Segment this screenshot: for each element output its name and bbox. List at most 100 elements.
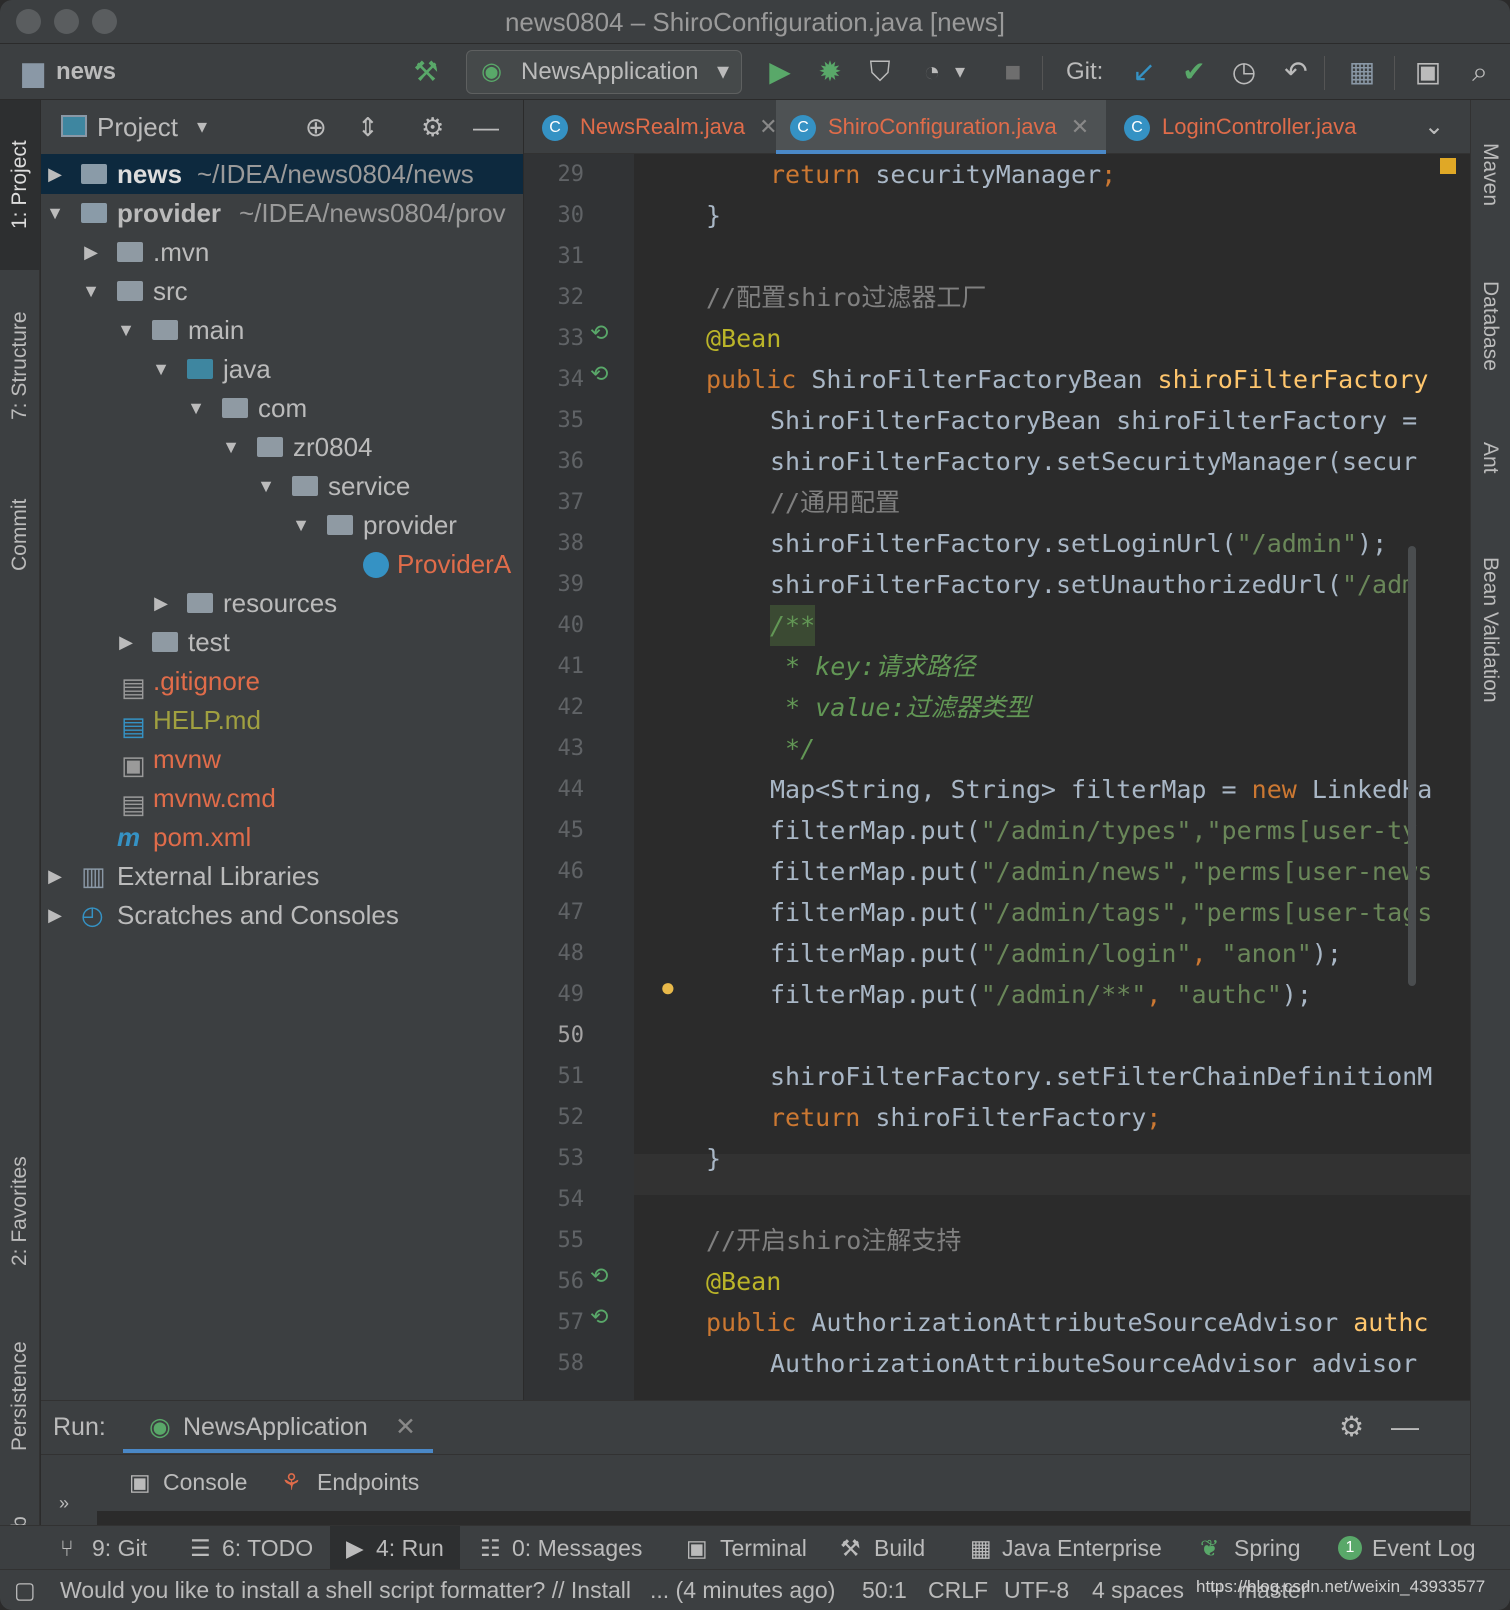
stop-icon[interactable]: ■ <box>996 52 1030 92</box>
debug-bug-icon[interactable]: ✹ <box>810 52 850 92</box>
caret-position[interactable]: 50:1 <box>862 1570 907 1610</box>
tree-item-news[interactable]: ▶ news ~/IDEA/news0804/news <box>41 154 523 194</box>
chevron-down-icon[interactable]: ▼ <box>81 271 101 311</box>
close-icon[interactable]: ✕ <box>395 1401 416 1453</box>
tree-item-providera[interactable]: ProviderA <box>41 544 523 584</box>
history-clock-icon[interactable]: ◷ <box>1224 52 1264 92</box>
tool-tab-todo[interactable]: 6: TODO <box>222 1526 313 1570</box>
locate-target-icon[interactable]: ⊕ <box>305 100 327 154</box>
rollback-icon[interactable]: ↶ <box>1276 52 1316 92</box>
code-area[interactable]: return securityManager; } //配置shiro过滤器工厂… <box>634 154 1470 1400</box>
tree-item-src[interactable]: ▼ src <box>41 271 523 311</box>
tool-tab-git[interactable]: 9: Git <box>92 1526 147 1570</box>
chevron-right-icon[interactable]: ▶ <box>151 583 171 623</box>
chevron-down-icon[interactable]: ▼ <box>151 349 171 389</box>
tool-tab-bean-validation[interactable]: Bean Validation <box>1470 530 1510 730</box>
tree-item-resources[interactable]: ▶ resources <box>41 583 523 623</box>
zoom-window-button[interactable] <box>92 9 117 34</box>
hide-panel-icon[interactable]: — <box>473 100 499 154</box>
tree-item-zr0804[interactable]: ▼ zr0804 <box>41 427 523 467</box>
git-commit-check-icon[interactable]: ✔ <box>1174 52 1214 92</box>
file-encoding[interactable]: UTF-8 <box>1004 1570 1069 1610</box>
close-window-button[interactable] <box>16 9 41 34</box>
terminal-window-icon[interactable]: ▣ <box>1408 52 1448 92</box>
tool-tab-messages[interactable]: 0: Messages <box>512 1526 642 1570</box>
tree-item-provider-package[interactable]: ▼ provider <box>41 505 523 545</box>
run-icon[interactable]: ▶ <box>760 52 800 92</box>
close-icon[interactable]: ✕ <box>759 114 777 139</box>
status-message[interactable]: Would you like to install a shell script… <box>60 1570 631 1610</box>
tool-tab-project[interactable]: 1: Project <box>0 100 40 270</box>
tab-newsrealm[interactable]: C NewsRealm.java ✕ <box>542 100 778 154</box>
chevron-down-icon[interactable]: ▼ <box>186 388 206 428</box>
tree-item-gitignore[interactable]: ▤ .gitignore <box>41 661 523 701</box>
git-update-icon[interactable]: ↙ <box>1124 52 1164 92</box>
tool-tab-build[interactable]: Build <box>874 1526 925 1570</box>
tool-tab-run-active[interactable]: ▶ 4: Run <box>330 1526 460 1570</box>
tab-logincontroller[interactable]: C LoginController.java <box>1124 100 1356 154</box>
tree-item-mvn[interactable]: ▶ .mvn <box>41 232 523 272</box>
tool-tab-commit[interactable]: Commit <box>0 470 40 600</box>
tree-item-mvnw[interactable]: ▣ mvnw <box>41 739 523 779</box>
chevron-right-icon[interactable]: ▶ <box>45 895 65 935</box>
project-structure-icon[interactable]: ▦ <box>1342 52 1382 92</box>
toggle-tool-windows-icon[interactable]: ▢ <box>14 1570 36 1610</box>
tool-tab-database[interactable]: Database <box>1470 256 1510 396</box>
profile-dropdown-icon[interactable]: ▾ <box>948 52 972 92</box>
run-configuration-select[interactable]: ◉ NewsApplication ▾ <box>466 50 742 94</box>
tree-item-com[interactable]: ▼ com <box>41 388 523 428</box>
chevron-down-icon[interactable]: ▼ <box>45 193 65 233</box>
tree-item-help-md[interactable]: ▤ HELP.md <box>41 700 523 740</box>
tree-item-provider-module[interactable]: ▼ provider ~/IDEA/news0804/prov <box>41 193 523 233</box>
console-output-area[interactable] <box>97 1511 1470 1526</box>
hide-panel-icon[interactable]: — <box>1391 1401 1419 1453</box>
tree-item-main[interactable]: ▼ main <box>41 310 523 350</box>
project-name[interactable]: news <box>56 44 116 100</box>
tree-item-scratches[interactable]: ▶ ◴ Scratches and Consoles <box>41 895 523 935</box>
tool-tab-event-log[interactable]: Event Log <box>1372 1526 1476 1570</box>
project-view-select[interactable]: Project <box>97 100 178 154</box>
close-icon[interactable]: ✕ <box>1071 114 1089 139</box>
chevron-right-icon[interactable]: ▶ <box>45 856 65 896</box>
chevron-down-icon[interactable]: ⌄ <box>1424 100 1444 154</box>
tool-tab-persistence[interactable]: Persistence <box>0 1326 40 1466</box>
tree-item-service[interactable]: ▼ service <box>41 466 523 506</box>
profile-icon[interactable]: ◔ <box>912 52 952 92</box>
indent-setting[interactable]: 4 spaces <box>1092 1570 1184 1610</box>
tab-shiroconfiguration[interactable]: C ShiroConfiguration.java ✕ <box>776 100 1106 154</box>
coverage-shield-icon[interactable]: ⛉ <box>860 52 900 92</box>
search-icon[interactable]: ⌕ <box>1460 52 1500 92</box>
tool-tab-terminal[interactable]: Terminal <box>720 1526 807 1570</box>
spring-bean-gutter-icon[interactable]: ⟲ <box>590 1263 608 1289</box>
chevron-right-icon[interactable]: ▶ <box>81 232 101 272</box>
tool-tab-ant[interactable]: Ant <box>1470 418 1510 498</box>
minimize-window-button[interactable] <box>54 9 79 34</box>
chevron-double-right-icon[interactable]: » <box>59 1493 69 1514</box>
vertical-scrollbar[interactable] <box>1408 546 1416 986</box>
chevron-right-icon[interactable]: ▶ <box>116 622 136 662</box>
tree-item-mvnw-cmd[interactable]: ▤ mvnw.cmd <box>41 778 523 818</box>
chevron-down-icon[interactable]: ▼ <box>116 310 136 350</box>
collapse-all-icon[interactable]: ⇕ <box>357 100 379 154</box>
tree-item-test[interactable]: ▶ test <box>41 622 523 662</box>
tool-tab-maven[interactable]: Maven <box>1470 120 1510 230</box>
build-hammer-icon[interactable]: ⚒ <box>406 52 446 92</box>
chevron-down-icon[interactable]: ▼ <box>291 505 311 545</box>
gear-icon[interactable]: ⚙ <box>1339 1401 1364 1453</box>
chevron-right-icon[interactable]: ▶ <box>45 154 65 194</box>
tool-tab-favorites[interactable]: 2: Favorites <box>0 1136 40 1286</box>
tool-tab-java-enterprise[interactable]: Java Enterprise <box>1002 1526 1162 1570</box>
spring-bean-gutter-icon[interactable]: ⟲ <box>590 1304 608 1330</box>
tool-tab-spring[interactable]: Spring <box>1234 1526 1300 1570</box>
analysis-warning-marker[interactable] <box>1440 158 1456 174</box>
tree-item-pom-xml[interactable]: m pom.xml <box>41 817 523 857</box>
gear-icon[interactable]: ⚙ <box>421 100 444 154</box>
tool-tab-structure[interactable]: 7: Structure <box>0 286 40 446</box>
chevron-down-icon[interactable]: ▼ <box>221 427 241 467</box>
line-separator[interactable]: CRLF <box>928 1570 988 1610</box>
run-config-tab[interactable]: ◉ NewsApplication ✕ <box>123 1401 433 1453</box>
spring-bean-gutter-icon[interactable]: ⟲ <box>590 361 608 387</box>
chevron-down-icon[interactable]: ▾ <box>197 100 207 154</box>
chevron-down-icon[interactable]: ▼ <box>256 466 276 506</box>
tree-item-external-libraries[interactable]: ▶ ▥ External Libraries <box>41 856 523 896</box>
